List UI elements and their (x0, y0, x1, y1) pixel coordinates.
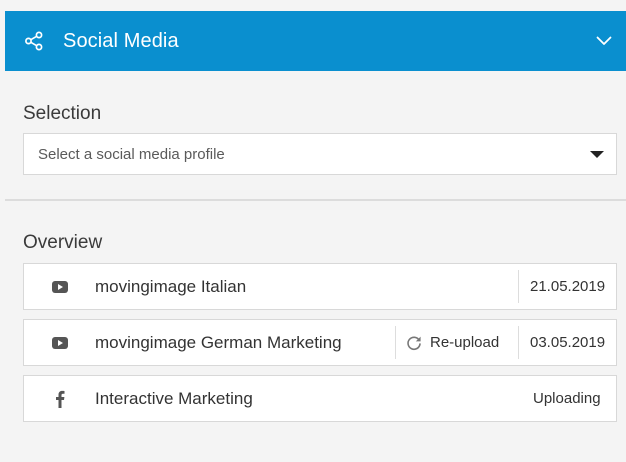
overview-label: Overview (23, 232, 103, 253)
cell-divider (395, 326, 396, 359)
panel-title: Social Media (63, 29, 179, 52)
youtube-icon (48, 264, 72, 309)
facebook-icon (48, 376, 72, 421)
re-upload-label: Re-upload (430, 334, 500, 351)
caret-down-icon (590, 151, 604, 158)
profile-name: movingimage Italian (95, 277, 247, 296)
cell-divider (518, 326, 519, 359)
select-placeholder: Select a social media profile (38, 145, 225, 163)
row-date: 03.05.2019 (530, 334, 606, 351)
section-divider (5, 199, 626, 201)
cell-divider (518, 270, 519, 303)
profile-name: Interactive Marketing (95, 389, 253, 408)
youtube-icon (48, 320, 72, 365)
re-upload-button[interactable]: Re-upload (406, 320, 499, 365)
selection-label: Selection (23, 103, 102, 124)
social-media-panel: Social Media Selection Select a social m… (5, 11, 626, 462)
chevron-down-icon[interactable] (594, 31, 614, 51)
upload-status: Uploading (533, 390, 601, 407)
overview-row[interactable]: movingimage Italian 21.05.2019 (23, 263, 617, 310)
row-date: 21.05.2019 (530, 278, 606, 295)
profile-name: movingimage German Marketing (95, 333, 342, 352)
panel-header[interactable]: Social Media (5, 11, 626, 71)
social-profile-select[interactable]: Select a social media profile (23, 133, 617, 175)
overview-row[interactable]: Interactive Marketing Uploading (23, 375, 617, 422)
overview-row[interactable]: movingimage German Marketing Re-upload 0… (23, 319, 617, 366)
refresh-icon (407, 335, 421, 350)
share-icon (23, 30, 45, 52)
